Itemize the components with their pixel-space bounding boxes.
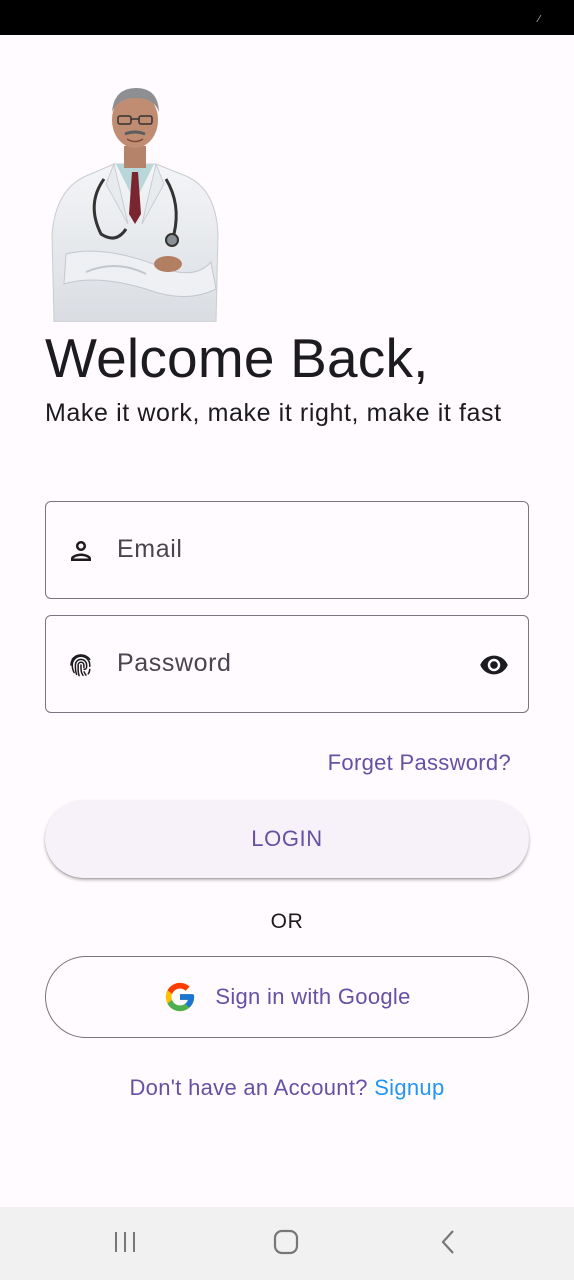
google-logo-icon — [166, 982, 195, 1012]
google-signin-label: Sign in with Google — [215, 984, 411, 1009]
signup-question: Don't have an Account? — [129, 1075, 375, 1100]
signup-link[interactable]: Signup — [374, 1075, 444, 1100]
forget-password-link[interactable]: Forget Password? — [328, 750, 511, 776]
eye-icon[interactable] — [476, 650, 512, 680]
login-button-label: LOGIN — [251, 826, 323, 851]
home-icon[interactable] — [273, 1229, 299, 1255]
google-signin-button[interactable]: Sign in with Google — [45, 956, 529, 1038]
email-field[interactable]: Email — [45, 501, 529, 599]
system-nav-bar — [0, 1207, 574, 1280]
password-placeholder: Password — [117, 649, 232, 677]
password-field[interactable]: Password — [45, 615, 529, 713]
back-icon[interactable] — [436, 1229, 462, 1255]
signup-prompt: Don't have an Account? Signup — [0, 1075, 574, 1101]
fingerprint-icon — [70, 654, 91, 677]
signal-icon: ⁄ — [538, 14, 540, 25]
login-button[interactable]: LOGIN — [45, 800, 529, 878]
status-bar: ⁄ — [0, 0, 574, 35]
page-subtitle: Make it work, make it right, make it fas… — [45, 399, 502, 427]
page-title: Welcome Back, — [45, 327, 429, 389]
doctor-image — [51, 88, 219, 322]
person-icon — [71, 541, 91, 561]
recent-apps-icon[interactable] — [112, 1229, 138, 1255]
email-placeholder: Email — [117, 535, 183, 563]
or-divider-label: OR — [270, 910, 304, 933]
